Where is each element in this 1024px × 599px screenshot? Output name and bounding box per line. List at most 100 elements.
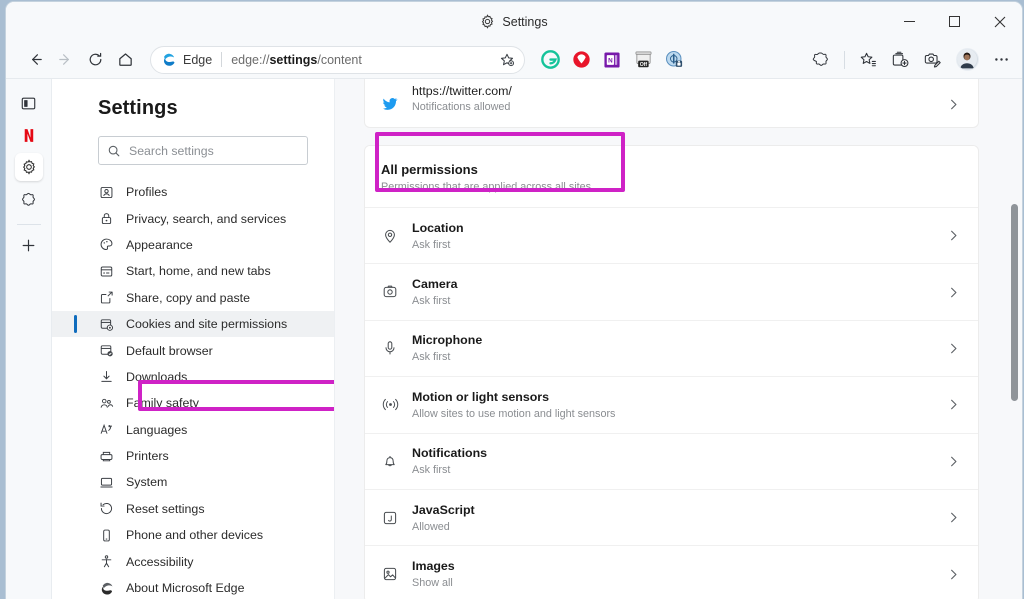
- collections-icon[interactable]: [885, 45, 915, 75]
- adblock-extension-icon[interactable]: [570, 49, 592, 71]
- chevron-right-icon[interactable]: [944, 396, 962, 414]
- permission-text-group: JavaScript Allowed: [412, 503, 475, 533]
- sidebar-item-cookies-and-site-permissions[interactable]: Cookies and site permissions: [52, 311, 334, 337]
- sidebar-item-reset-settings[interactable]: Reset settings: [52, 496, 334, 522]
- window-controls: [887, 2, 1022, 41]
- site-status: Notifications allowed: [412, 101, 512, 113]
- page-title: Settings: [52, 97, 334, 120]
- browser-toolbar: Edge edge://settings/content: [6, 41, 1022, 78]
- chevron-right-icon[interactable]: [944, 452, 962, 470]
- permission-row-camera[interactable]: Camera Ask first: [365, 263, 978, 319]
- permission-row-notifications[interactable]: Notifications Ask first: [365, 433, 978, 489]
- sidebar-item-label: Cookies and site permissions: [126, 317, 287, 331]
- search-icon: [107, 144, 121, 158]
- permission-row-microphone[interactable]: Microphone Ask first: [365, 320, 978, 376]
- permission-row-location[interactable]: Location Ask first: [365, 207, 978, 263]
- sidebar-item-share-copy-paste[interactable]: Share, copy and paste: [52, 285, 334, 311]
- netflix-icon[interactable]: [15, 121, 43, 149]
- maximize-button[interactable]: [932, 2, 977, 41]
- onenote-clipper-extension-icon[interactable]: N: [601, 49, 623, 71]
- copilot-sidebar-icon[interactable]: [15, 185, 43, 213]
- sidebar-item-phone-and-other-devices[interactable]: Phone and other devices: [52, 522, 334, 548]
- more-menu-icon[interactable]: [986, 45, 1016, 75]
- screen: Settings: [0, 0, 1024, 599]
- copilot-icon[interactable]: [806, 45, 836, 75]
- permission-text-group: Notifications Ask first: [412, 446, 487, 476]
- sidebar-item-downloads[interactable]: Downloads: [52, 364, 334, 390]
- sidebar-item-privacy-search-services[interactable]: Privacy, search, and services: [52, 205, 334, 231]
- avatar[interactable]: [956, 48, 979, 71]
- privacy-badger-extension-icon[interactable]: [663, 49, 685, 71]
- permission-row-images[interactable]: Images Show all: [365, 545, 978, 599]
- settings-gear-icon[interactable]: [15, 153, 43, 181]
- chevron-right-icon[interactable]: [944, 227, 962, 245]
- search-input[interactable]: [129, 144, 299, 158]
- add-sidebar-app-icon[interactable]: [15, 231, 43, 259]
- permission-row-motion-or-light-sensors[interactable]: Motion or light sensors Allow sites to u…: [365, 376, 978, 432]
- adblock-off-extension-icon[interactable]: Off: [632, 49, 654, 71]
- sidebar-item-label: Phone and other devices: [126, 528, 263, 542]
- permission-label: Microphone: [412, 333, 482, 347]
- sidebar-item-accessibility[interactable]: Accessibility: [52, 548, 334, 574]
- sidebar-item-system[interactable]: System: [52, 469, 334, 495]
- sidebar-item-appearance[interactable]: Appearance: [52, 232, 334, 258]
- chevron-right-icon[interactable]: [944, 565, 962, 583]
- add-favorite-icon[interactable]: [496, 49, 518, 71]
- chevron-right-icon[interactable]: [944, 509, 962, 527]
- accessibility-icon: [98, 554, 114, 570]
- chevron-right-icon[interactable]: [944, 283, 962, 301]
- location-pin-icon: [381, 227, 399, 245]
- sidebar-item-default-browser[interactable]: Default browser: [52, 337, 334, 363]
- address-bar[interactable]: Edge edge://settings/content: [150, 46, 525, 74]
- phone-icon: [98, 527, 114, 543]
- permission-row-javascript[interactable]: JavaScript Allowed: [365, 489, 978, 545]
- all-permissions-header[interactable]: All permissions Permissions that are app…: [365, 146, 978, 207]
- sidebar-item-label: System: [126, 475, 167, 489]
- favorites-icon[interactable]: [853, 45, 883, 75]
- close-button[interactable]: [977, 2, 1022, 41]
- search-settings-box[interactable]: [98, 136, 308, 165]
- home-button[interactable]: [110, 45, 140, 75]
- grammarly-extension-icon[interactable]: [539, 49, 561, 71]
- sidebar-item-printers[interactable]: Printers: [52, 443, 334, 469]
- sidebar-item-family-safety[interactable]: Family safety: [52, 390, 334, 416]
- permission-status: Allow sites to use motion and light sens…: [412, 408, 615, 420]
- site-permissions-card: https://twitter.com/ Notifications allow…: [365, 79, 978, 127]
- screenshot-icon[interactable]: [917, 45, 947, 75]
- sidebar-item-label: Privacy, search, and services: [126, 212, 286, 226]
- chevron-right-icon[interactable]: [944, 339, 962, 357]
- permission-text-group: Microphone Ask first: [412, 333, 482, 363]
- minimize-button[interactable]: [887, 2, 932, 41]
- sidebar-item-start-home-new-tabs[interactable]: Start, home, and new tabs: [52, 258, 334, 284]
- settings-content: https://twitter.com/ Notifications allow…: [335, 79, 1022, 599]
- permission-status: Ask first: [412, 239, 464, 251]
- languages-icon: [98, 422, 114, 438]
- permission-label: Images: [412, 559, 455, 573]
- sidebar-item-label: Reset settings: [126, 502, 205, 516]
- motion-sensor-icon: [381, 396, 399, 414]
- refresh-button[interactable]: [80, 45, 110, 75]
- gear-icon: [480, 14, 495, 29]
- site-row[interactable]: https://twitter.com/ Notifications allow…: [365, 79, 978, 127]
- edge-sidebar-rail: [6, 79, 52, 599]
- section-title: All permissions: [381, 162, 962, 177]
- chevron-right-icon[interactable]: [944, 95, 962, 113]
- content-scroll-area: https://twitter.com/ Notifications allow…: [335, 79, 1022, 599]
- printer-icon: [98, 448, 114, 464]
- permission-text-group: Location Ask first: [412, 221, 464, 251]
- sidebar-item-label: Downloads: [126, 370, 187, 384]
- permission-status: Ask first: [412, 351, 482, 363]
- sidebar-item-profiles[interactable]: Profiles: [52, 179, 334, 205]
- forward-button[interactable]: [50, 45, 80, 75]
- permission-text-group: Images Show all: [412, 559, 455, 589]
- section-subtitle: Permissions that are applied across all …: [381, 181, 962, 193]
- back-button[interactable]: [20, 45, 50, 75]
- content-scrollbar[interactable]: [1009, 79, 1020, 599]
- svg-text:Off: Off: [639, 62, 647, 68]
- sidebar-item-about-microsoft-edge[interactable]: About Microsoft Edge: [52, 575, 334, 599]
- scrollbar-thumb[interactable]: [1011, 204, 1018, 402]
- split-screen-icon[interactable]: [15, 89, 43, 117]
- sidebar-item-languages[interactable]: Languages: [52, 417, 334, 443]
- permission-status: Allowed: [412, 521, 475, 533]
- permission-text-group: Camera Ask first: [412, 277, 457, 307]
